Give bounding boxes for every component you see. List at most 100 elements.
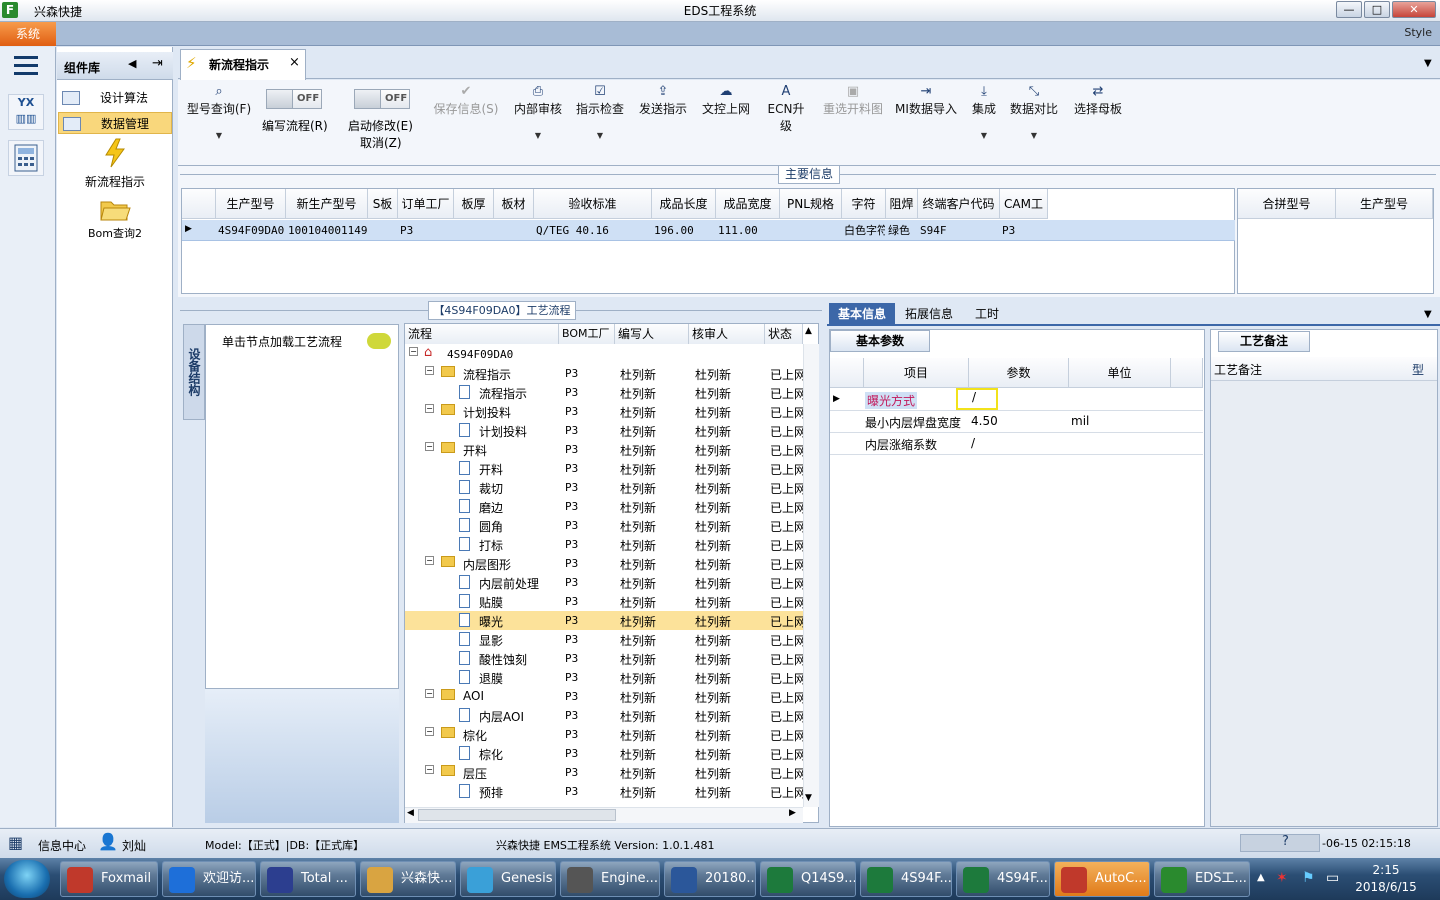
- tree-row[interactable]: − 层压 P3 杜列新 杜列新 已上网: [405, 763, 803, 782]
- tree-row[interactable]: 计划投料 P3 杜列新 杜列新 已上网: [405, 421, 803, 440]
- taskbar-item[interactable]: Total ...: [260, 861, 356, 897]
- tree-row[interactable]: 内层前处理 P3 杜列新 杜列新 已上网: [405, 573, 803, 592]
- main-col-3[interactable]: 订单工厂: [398, 189, 454, 219]
- shortcut-new-flow[interactable]: 新流程指示: [58, 138, 172, 190]
- chevron-down-icon[interactable]: ▼: [968, 131, 1000, 140]
- chevron-down-icon[interactable]: ▼: [1008, 131, 1060, 140]
- hamburger-menu-icon[interactable]: [14, 56, 38, 75]
- tree-row[interactable]: − 内层图形 P3 杜列新 杜列新 已上网: [405, 554, 803, 573]
- taskbar-item[interactable]: AutoC...: [1054, 861, 1150, 897]
- tray-expand-icon[interactable]: ▲: [1257, 872, 1265, 883]
- scroll-down-icon[interactable]: ▼: [805, 793, 812, 803]
- main-col-0[interactable]: 生产型号: [216, 189, 286, 219]
- close-button[interactable]: ✕: [1392, 1, 1436, 18]
- chevron-down-icon[interactable]: ▼: [574, 131, 626, 140]
- col-value[interactable]: 参数: [969, 358, 1069, 388]
- tree-row[interactable]: − 开料 P3 杜列新 杜列新 已上网: [405, 440, 803, 459]
- col-writer[interactable]: 编写人: [615, 324, 689, 344]
- main-col-11[interactable]: 阻焊: [886, 189, 918, 219]
- panel-item-data-management[interactable]: 数据管理: [58, 112, 172, 134]
- param-value-input[interactable]: /: [956, 388, 998, 410]
- collapse-icon[interactable]: −: [425, 556, 434, 565]
- tree-row[interactable]: − 流程指示 P3 杜列新 杜列新 已上网: [405, 364, 803, 383]
- main-col-10[interactable]: 字符: [842, 189, 886, 219]
- tree-row[interactable]: 圆角 P3 杜列新 杜列新 已上网: [405, 516, 803, 535]
- tree-row[interactable]: 流程指示 P3 杜列新 杜列新 已上网: [405, 383, 803, 402]
- help-icon[interactable]: ?: [1282, 834, 1289, 849]
- scroll-left-icon[interactable]: ◀: [407, 808, 414, 818]
- col-type[interactable]: 型: [1412, 361, 1424, 378]
- instruction-check-button[interactable]: ☑ 指示检查 ▼: [574, 84, 626, 140]
- param-value[interactable]: 4.50: [971, 414, 998, 428]
- style-menu[interactable]: Style: [1404, 26, 1432, 39]
- monitor-icon[interactable]: ▭: [1326, 870, 1339, 886]
- main-col-2[interactable]: S板: [368, 189, 398, 219]
- reselect-cutting-map-button[interactable]: ▣ 重选开料图: [820, 84, 886, 117]
- tree-row[interactable]: 内层AOI P3 杜列新 杜列新 已上网: [405, 706, 803, 725]
- save-info-button[interactable]: ✔ 保存信息(S): [430, 84, 502, 117]
- taskbar-item[interactable]: Engine...: [560, 861, 660, 897]
- panel-item-design-algorithm[interactable]: 设计算法: [58, 87, 172, 109]
- tree-row[interactable]: 打标 P3 杜列新 杜列新 已上网: [405, 535, 803, 554]
- factory-icon[interactable]: YX ▥▥: [8, 94, 44, 130]
- param-row[interactable]: 内层涨缩系数 /: [830, 433, 1203, 455]
- tree-row[interactable]: 酸性蚀刻 P3 杜列新 杜列新 已上网: [405, 649, 803, 668]
- network-icon[interactable]: ⚑: [1302, 870, 1315, 886]
- col-process-note[interactable]: 工艺备注: [1214, 361, 1262, 378]
- col-reviewer[interactable]: 核审人: [689, 324, 765, 344]
- main-col-8[interactable]: 成品宽度: [716, 189, 780, 219]
- collapse-icon[interactable]: −: [425, 366, 434, 375]
- system-menu[interactable]: 系统: [0, 22, 56, 46]
- tree-row[interactable]: 磨边 P3 杜列新 杜列新 已上网: [405, 497, 803, 516]
- taskbar-item[interactable]: Q14S9...: [760, 861, 856, 897]
- taskbar-clock[interactable]: 2:15 2018/6/15: [1346, 862, 1426, 896]
- param-row[interactable]: 最小内层焊盘宽度 4.50 mil: [830, 411, 1203, 433]
- minimize-button[interactable]: —: [1336, 1, 1362, 18]
- scrollbar-thumb[interactable]: [418, 809, 616, 821]
- shortcut-bom-query[interactable]: Bom查询2: [58, 196, 172, 241]
- tray-app-icon[interactable]: ✶: [1276, 870, 1288, 886]
- scroll-right-icon[interactable]: ▶: [789, 808, 796, 818]
- tab-close-icon[interactable]: ×: [289, 55, 300, 70]
- col-flow[interactable]: 流程: [405, 324, 559, 344]
- tree-row[interactable]: 退膜 P3 杜列新 杜列新 已上网: [405, 668, 803, 687]
- internal-review-button[interactable]: ⎙ 内部审核 ▼: [512, 84, 564, 140]
- collapse-icon[interactable]: −: [425, 689, 434, 698]
- chevron-down-icon[interactable]: ▼: [512, 131, 564, 140]
- main-col-7[interactable]: 成品长度: [652, 189, 716, 219]
- side-col-production-model[interactable]: 生产型号: [1336, 189, 1433, 219]
- collapse-icon[interactable]: −: [425, 404, 434, 413]
- tree-row[interactable]: − 计划投料 P3 杜列新 杜列新 已上网: [405, 402, 803, 421]
- detail-dropdown-icon[interactable]: ▼: [1424, 309, 1432, 320]
- tab-work-hours[interactable]: 工时: [963, 303, 1011, 325]
- mi-data-import-button[interactable]: ⇥ MI数据导入: [894, 84, 958, 117]
- tree-row[interactable]: − 棕化 P3 杜列新 杜列新 已上网: [405, 725, 803, 744]
- tree-row[interactable]: 开料 P3 杜列新 杜列新 已上网: [405, 459, 803, 478]
- tab-list-dropdown-icon[interactable]: ▼: [1424, 58, 1432, 69]
- maximize-button[interactable]: □: [1364, 1, 1390, 18]
- tree-row[interactable]: − AOI P3 杜列新 杜列新 已上网: [405, 687, 803, 706]
- taskbar-item[interactable]: 4S94F...: [860, 861, 952, 897]
- scroll-up-icon[interactable]: ▲: [805, 326, 812, 336]
- collapse-icon[interactable]: −: [425, 442, 434, 451]
- main-col-6[interactable]: 验收标准: [534, 189, 652, 219]
- taskbar-item[interactable]: 20180...: [664, 861, 756, 897]
- doc-control-online-button[interactable]: ☁ 文控上网: [700, 84, 752, 117]
- taskbar-item[interactable]: 欢迎访...: [162, 861, 256, 897]
- side-tab-equipment-structure[interactable]: 设备结构: [183, 324, 205, 420]
- tree-row[interactable]: 显影 P3 杜列新 杜列新 已上网: [405, 630, 803, 649]
- main-col-5[interactable]: 板材: [494, 189, 534, 219]
- collapse-icon[interactable]: −: [425, 765, 434, 774]
- main-col-1[interactable]: 新生产型号: [286, 189, 368, 219]
- start-edit-toggle[interactable]: OFF: [354, 89, 410, 109]
- col-status[interactable]: 状态: [765, 324, 803, 344]
- col-unit[interactable]: 单位: [1069, 358, 1171, 388]
- collapse-left-icon[interactable]: ◀: [128, 57, 136, 70]
- tab-extended-info[interactable]: 拓展信息: [897, 303, 961, 325]
- calculator-icon[interactable]: [8, 140, 44, 176]
- col-bom-factory[interactable]: BOM工厂: [559, 324, 615, 344]
- param-row[interactable]: ▶ 曝光方式 /: [830, 388, 1203, 411]
- side-col-merge-model[interactable]: 合拼型号: [1238, 189, 1336, 219]
- chevron-down-icon[interactable]: ▼: [184, 131, 254, 140]
- main-col-4[interactable]: 板厚: [454, 189, 494, 219]
